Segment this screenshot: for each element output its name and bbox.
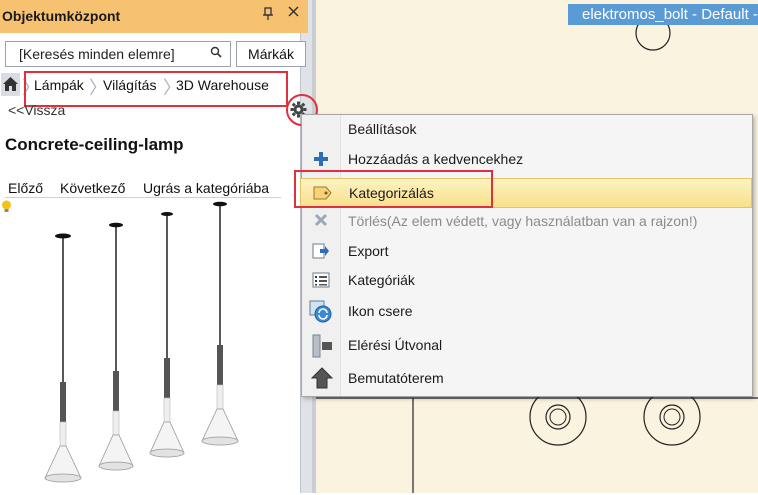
menu-item-label: Törlés(Az elem védett, vagy használatban… [348,213,698,229]
menu-item-label: Bemutatóterem [348,370,444,386]
delete-icon [311,213,331,231]
menu-item-categories[interactable]: Kategóriák [302,266,752,296]
menu-item-icon-swap[interactable]: Ikon csere [302,297,752,327]
prev-link[interactable]: Előző [8,180,43,196]
plus-icon [311,151,331,169]
path-icon [311,334,333,358]
menu-item-label: Hozzáadás a kedvencekhez [348,151,524,167]
close-icon[interactable] [287,5,300,22]
back-link[interactable]: <<Vissza [8,102,65,118]
search-icon[interactable] [210,46,222,61]
lamp-model-1 [44,233,82,483]
bulb-icon [1,200,12,213]
search-input-text: [Keresés minden elemre] [19,46,175,62]
menu-item-label: Beállítások [348,121,417,137]
menu-item-label: Ikon csere [348,303,413,319]
lamp-model-3 [149,212,185,458]
menu-item-path[interactable]: Elérési Útvonal [302,331,752,361]
menu-item-export[interactable]: Export [302,237,752,267]
next-link[interactable]: Következő [60,180,125,196]
jump-to-category-link[interactable]: Ugrás a kategóriába [143,180,269,196]
panel-title: Objektumközpont [2,8,121,24]
icon-swap-icon [309,300,333,324]
export-icon [311,243,331,261]
showroom-icon [310,366,334,390]
lamp-model-2 [98,222,134,471]
context-menu: Beállítások Hozzáadás a kedvencekhez Kat… [300,114,753,397]
home-icon[interactable] [1,73,20,96]
categories-icon [311,272,331,290]
document-tab[interactable]: elektromos_bolt - Default - [568,4,758,25]
lamp-preview-image [30,195,290,490]
categorize-highlight-annotation [294,170,493,208]
item-title: Concrete-ceiling-lamp [5,135,184,154]
search-input[interactable]: [Keresés minden elemre] [5,41,231,67]
menu-item-delete[interactable]: Törlés(Az elem védett, vagy használatban… [302,207,752,237]
menu-item-label: Kategóriák [348,272,415,288]
menu-item-label: Export [348,243,389,259]
menu-item-showroom[interactable]: Bemutatóterem [302,364,752,394]
brands-button[interactable]: Márkák [236,41,306,67]
menu-item-label: Elérési Útvonal [348,337,443,353]
menu-item-settings[interactable]: Beállítások [302,115,752,145]
pin-icon[interactable] [262,7,274,24]
lamp-model-4 [201,201,239,446]
